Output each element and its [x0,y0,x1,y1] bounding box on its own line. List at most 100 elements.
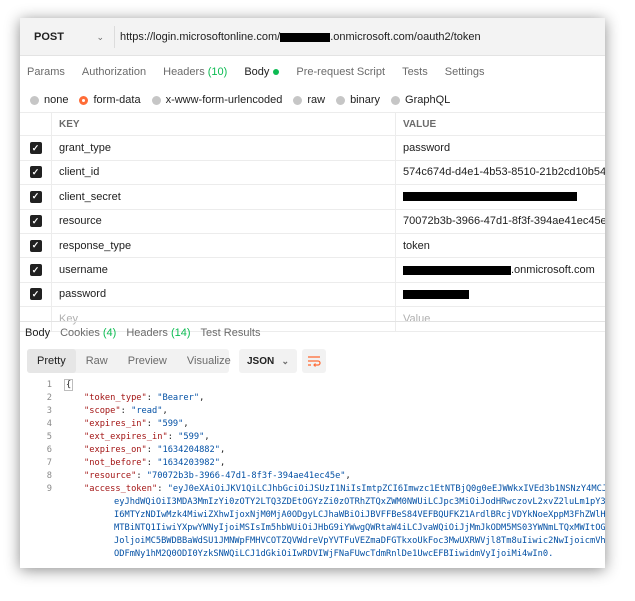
checkbox-checked-icon[interactable]: ✓ [29,288,42,301]
tab-settings[interactable]: Settings [445,66,485,78]
key-cell[interactable]: password [52,282,396,307]
table-row: ✓ client_id 574c674d-d4e1-4b53-8510-21b2… [20,160,605,186]
method-label: POST [34,31,64,43]
view-mode-visualize[interactable]: Visualize [177,349,241,373]
table-row: ✓ username .onmicrosoft.com [20,258,605,283]
code-line: 4 "expires_in": "599", [46,419,189,429]
response-headers-count: (14) [170,326,191,339]
url-suffix: .onmicrosoft.com/oauth2/token [330,31,481,43]
table-row: ✓ response_type token [20,233,605,259]
response-tabs: Body Cookies (4) Headers (14) Test Resul… [20,321,605,343]
tab-pre-request-script[interactable]: Pre-request Script [296,66,385,78]
wrap-lines-button[interactable] [302,349,326,373]
body-type-binary[interactable]: binary [336,94,380,106]
format-label: JSON [247,355,275,367]
body-type-radios: none form-data x-www-form-urlencoded raw… [20,88,605,112]
code-line-wrapped: eyJhdWQiOiI3MDA3MmIzYi0zOTY2LTQ3ZDEtOGYz… [114,497,605,507]
value-cell[interactable]: 70072b3b-3966-47d1-8f3f-394ae41ec45e [396,210,605,233]
tab-body[interactable]: Body [244,66,280,78]
body-type-raw[interactable]: raw [293,94,325,106]
column-header-key: KEY [52,113,396,136]
code-line-wrapped: MTBiNTQ1IiwiYXpwYWNyIjoiMSIsIm5hbWUiOiJH… [114,523,605,533]
form-data-table: KEY VALUE ✓ grant_type password ✓ client… [20,112,605,332]
value-cell[interactable] [396,185,605,208]
key-cell[interactable]: client_secret [52,185,396,209]
postman-window: POST ⌄ https://login.microsoftonline.com… [20,18,605,568]
redacted-block [403,289,469,299]
response-tab-body[interactable]: Body [25,327,50,339]
value-cell[interactable] [396,283,605,306]
key-cell[interactable]: response_type [52,233,396,258]
radio-icon [30,95,39,105]
format-select[interactable]: JSON ⌄ [239,349,297,373]
value-cell[interactable]: 574c674d-d4e1-4b53-8510-21b2cd10b545 [396,161,605,184]
value-cell[interactable]: password [396,136,605,159]
chevron-down-icon: ⌄ [96,31,104,42]
url-divider [114,26,115,48]
tab-authorization[interactable]: Authorization [82,66,146,78]
code-line-wrapped: JoljoiMC5BWDBBaWdSU1JMNWpFMHVCOTZQVWdreV… [114,536,605,546]
code-line: 9 "access_token": "eyJ0eXAiOiJKV1QiLCJhbG… [46,484,605,494]
tab-tests[interactable]: Tests [402,66,428,78]
radio-icon [391,95,401,105]
checkbox-checked-icon[interactable]: ✓ [29,264,42,277]
code-line: 2 "token_type": "Bearer", [46,393,205,403]
table-row: ✓ client_secret [20,185,605,210]
redacted-block [280,32,331,42]
code-line-wrapped: ODFmNy1hM2Q0ODI0YzkSNWQiLCJ1dGkiOiIwRDVI… [114,549,554,559]
body-type-urlencoded[interactable]: x-www-form-urlencoded [151,94,282,106]
table-row: ✓ grant_type password [20,136,605,161]
response-tab-cookies[interactable]: Cookies (4) [60,327,116,339]
body-type-form-data[interactable]: form-data [79,94,141,106]
code-line: 3 "scope": "read", [46,406,168,416]
response-body-code: 1{ 2 "token_type": "Bearer", 3 "scope": "r… [20,379,605,568]
wrap-lines-icon [308,356,321,367]
checkbox-checked-icon[interactable]: ✓ [29,239,42,252]
body-type-graphql[interactable]: GraphQL [391,94,450,106]
url-input[interactable]: https://login.microsoftonline.com/ .onmic… [120,31,481,43]
cookies-count: (4) [102,326,117,339]
key-cell[interactable]: resource [52,209,396,233]
tab-headers[interactable]: Headers (10) [163,66,227,78]
key-cell[interactable]: grant_type [52,136,396,160]
checkbox-checked-icon[interactable]: ✓ [29,190,42,203]
table-row: ✓ password [20,282,605,308]
key-cell[interactable]: client_id [52,160,396,185]
radio-icon [151,95,161,105]
view-mode-preview[interactable]: Preview [118,349,177,373]
radio-selected-icon [79,95,89,105]
request-tabs: Params Authorization Headers (10) Body P… [20,56,605,88]
redacted-block [403,265,511,275]
request-bar: POST ⌄ https://login.microsoftonline.com… [20,18,605,56]
code-line: 8 "resource": "70072b3b-3966-47d1-8f3f-39… [46,471,351,481]
view-mode-raw[interactable]: Raw [76,349,118,373]
view-mode-pretty[interactable]: Pretty [27,349,76,373]
key-cell[interactable]: username [52,258,396,282]
tab-params[interactable]: Params [27,66,65,78]
code-line: 7 "not_before": "1634203982", [46,458,226,468]
column-header-value: VALUE [403,118,437,130]
table-header: KEY VALUE [20,112,605,137]
code-line-wrapped: I6MTYzNDIwMzk4MiwiZXhwIjoxNjM0MjA0ODgyLC… [114,510,605,520]
checkbox-checked-icon[interactable]: ✓ [29,142,42,155]
radio-icon [336,95,346,105]
headers-count: (10) [207,66,228,78]
checkbox-checked-icon[interactable]: ✓ [29,215,42,228]
chevron-down-icon: ⌄ [281,355,289,366]
view-mode-segment: Pretty Raw Preview Visualize [27,349,231,373]
method-select[interactable]: POST ⌄ [26,25,112,49]
url-prefix: https://login.microsoftonline.com/ [120,31,281,43]
redacted-block [403,192,577,202]
code-line: 6 "expires_on": "1634204882", [46,445,226,455]
value-cell[interactable]: token [396,234,605,257]
value-cell[interactable]: .onmicrosoft.com [396,258,605,281]
code-line: 5 "ext_expires_in": "599", [46,432,210,442]
checkbox-checked-icon[interactable]: ✓ [29,166,42,179]
table-row: ✓ resource 70072b3b-3966-47d1-8f3f-394ae… [20,209,605,234]
body-type-none[interactable]: none [30,94,68,106]
response-tab-test-results[interactable]: Test Results [201,327,261,339]
response-toolbar: Pretty Raw Preview Visualize JSON ⌄ [20,347,605,375]
code-line: 1{ [46,379,74,391]
radio-icon [293,95,303,105]
response-tab-headers[interactable]: Headers (14) [126,327,190,339]
